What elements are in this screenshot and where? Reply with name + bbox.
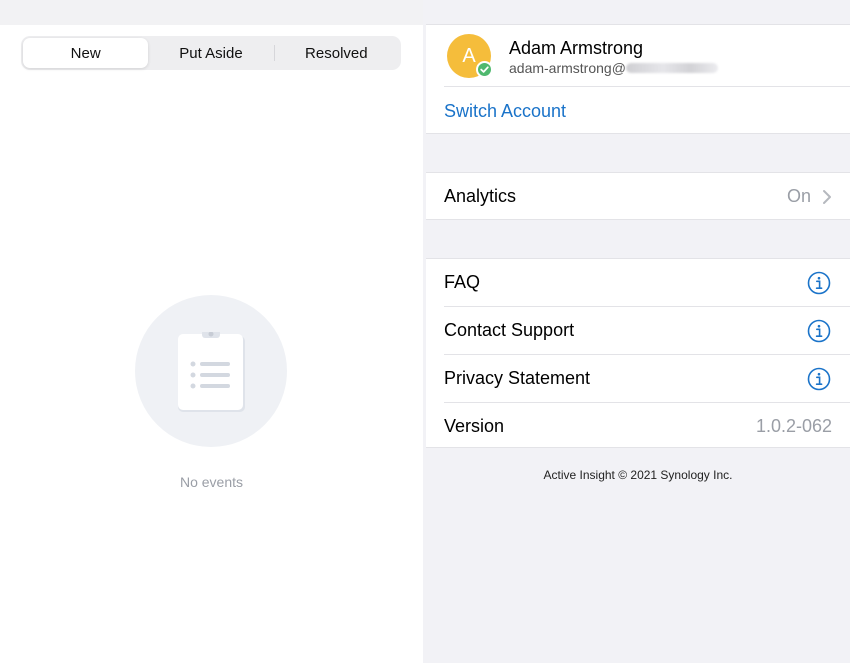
- info-icon[interactable]: [807, 319, 831, 343]
- contact-support-label: Contact Support: [444, 320, 575, 340]
- account-name: Adam Armstrong: [509, 38, 644, 58]
- top-bar: [0, 0, 423, 25]
- status-segmented-control: New Put Aside Resolved: [21, 36, 401, 70]
- info-icon[interactable]: [807, 271, 831, 295]
- settings-panel: A Adam Armstrong adam-armstrong@ Switch …: [426, 0, 850, 663]
- info-section: FAQ Contact Support Privacy Statement Ve…: [426, 258, 850, 448]
- account-email: adam-armstrong@: [509, 60, 626, 76]
- avatar-letter: A: [462, 44, 476, 67]
- analytics-label: Analytics: [444, 186, 517, 206]
- row-separator: [444, 354, 850, 355]
- copyright-footer: Active Insight © 2021 Synology Inc.: [543, 468, 733, 482]
- analytics-value: On: [786, 186, 811, 206]
- row-separator: [444, 402, 850, 403]
- verified-check-icon: [476, 61, 493, 78]
- empty-state-text: No events: [179, 474, 244, 490]
- row-separator: [444, 306, 850, 307]
- email-redaction: [626, 63, 718, 73]
- faq-label: FAQ: [444, 272, 481, 292]
- tab-new[interactable]: New: [23, 38, 149, 68]
- chevron-right-icon: [823, 190, 831, 204]
- info-icon[interactable]: [807, 367, 831, 391]
- events-panel: New Put Aside Resolved No events: [0, 0, 423, 663]
- account-section: A Adam Armstrong adam-armstrong@ Switch …: [426, 24, 850, 134]
- clipboard-icon: [178, 332, 245, 412]
- privacy-statement-label: Privacy Statement: [444, 368, 591, 388]
- row-separator: [444, 86, 850, 87]
- version-label: Version: [444, 416, 505, 436]
- analytics-row[interactable]: Analytics On: [426, 172, 850, 220]
- switch-account-link[interactable]: Switch Account: [444, 101, 566, 122]
- tab-put-aside[interactable]: Put Aside: [148, 38, 273, 68]
- version-value: 1.0.2-062: [755, 416, 832, 436]
- tab-resolved[interactable]: Resolved: [273, 38, 399, 68]
